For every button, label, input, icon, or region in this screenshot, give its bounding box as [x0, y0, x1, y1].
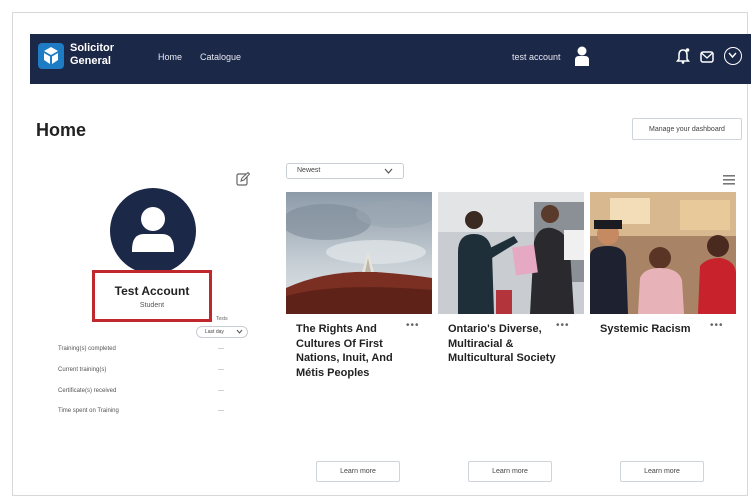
account-menu-chevron-icon[interactable]	[724, 47, 742, 65]
course-title[interactable]: Ontario's Diverse, Multiracial & Multicu…	[448, 322, 558, 366]
nav-home-link[interactable]: Home	[158, 52, 182, 62]
course-card[interactable]: Ontario's Diverse, Multiracial & Multicu…	[438, 192, 584, 364]
course-image-demonstration[interactable]	[438, 192, 584, 314]
list-view-icon[interactable]	[723, 172, 735, 190]
nav-catalogue-link[interactable]: Catalogue	[200, 52, 241, 62]
more-options-icon[interactable]: •••	[556, 320, 570, 331]
stat-value: ---	[218, 408, 224, 414]
course-title[interactable]: Systemic Racism	[600, 322, 710, 337]
top-navigation-bar: Solicitor General Home Catalogue test ac…	[30, 34, 751, 84]
period-select-value: Last day	[205, 329, 224, 335]
learn-more-button[interactable]: Learn more	[316, 461, 400, 482]
stat-value: ---	[218, 346, 224, 352]
course-title[interactable]: The Rights And Cultures Of First Nations…	[296, 322, 406, 380]
period-select[interactable]: Last day	[196, 326, 248, 338]
profile-role: Student	[139, 302, 165, 309]
stat-label: Current training(s)	[58, 367, 107, 373]
brand-name[interactable]: Solicitor General	[70, 42, 114, 68]
sort-select[interactable]: Newest	[286, 163, 404, 179]
more-options-icon[interactable]: •••	[406, 320, 420, 331]
stat-row: Training(s) completed ---	[58, 346, 238, 358]
course-image-landscape[interactable]	[286, 192, 432, 314]
learn-more-button[interactable]: Learn more	[468, 461, 552, 482]
profile-name: Test Account	[114, 284, 190, 298]
stat-label: Certificate(s) received	[58, 388, 117, 394]
user-icon[interactable]	[575, 46, 589, 71]
course-card[interactable]: Systemic Racism •••	[590, 192, 736, 335]
course-card[interactable]: The Rights And Cultures Of First Nations…	[286, 192, 432, 379]
chevron-down-icon	[236, 329, 243, 334]
more-options-icon[interactable]: •••	[710, 320, 724, 331]
edit-profile-icon[interactable]	[236, 171, 251, 191]
course-image-group[interactable]	[590, 192, 736, 314]
avatar	[110, 188, 196, 274]
sort-select-value: Newest	[297, 167, 321, 174]
stat-row: Current training(s) ---	[58, 367, 238, 379]
stat-row: Certificate(s) received ---	[58, 388, 238, 400]
stat-row: Time spent on Training ---	[58, 408, 238, 420]
account-name[interactable]: test account	[512, 52, 561, 62]
avatar-person-icon	[132, 207, 174, 252]
notification-bell-icon[interactable]	[676, 48, 690, 69]
stat-value: ---	[218, 388, 224, 394]
manage-dashboard-button[interactable]: Manage your dashboard	[632, 118, 742, 140]
brand-line-2: General	[70, 55, 111, 67]
profile-name-highlight: Test Account Student	[92, 270, 212, 322]
chevron-down-icon	[384, 168, 393, 174]
mail-icon[interactable]	[700, 50, 714, 68]
tests-label: Tests	[216, 316, 228, 322]
stat-label: Time spent on Training	[58, 408, 119, 414]
brand-line-1: Solicitor	[70, 42, 115, 54]
stat-label: Training(s) completed	[58, 346, 116, 352]
stat-value: ---	[218, 367, 224, 373]
page-title: Home	[36, 120, 87, 140]
learn-more-button[interactable]: Learn more	[620, 461, 704, 482]
ontario-logo-icon[interactable]	[38, 43, 64, 69]
